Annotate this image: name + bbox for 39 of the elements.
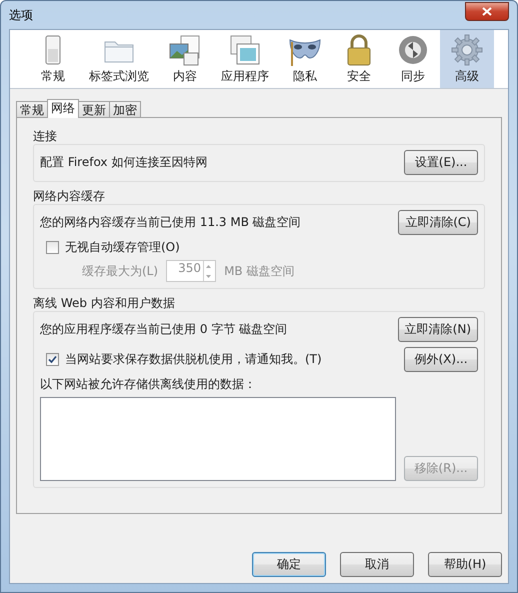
checkbox[interactable] [46,352,59,366]
list-label: 以下网站被允许存储供离线使用的数据： [40,376,257,393]
pane-tab[interactable]: 高级 [440,30,494,88]
checkbox-label: 无视自动缓存管理(O) [65,239,180,256]
clear-button[interactable]: 立即清除(N) [398,316,478,342]
pane-tab[interactable]: 安全 [332,30,386,88]
tab[interactable]: 常规 [16,101,48,118]
down-arrow-icon[interactable] [206,274,212,278]
unit-label: MB 磁盘空间 [224,262,294,280]
exceptions-button[interactable]: 例外(X)... [404,346,478,372]
description-text: 您的网络内容缓存当前已使用 11.3 MB 磁盘空间 [40,214,301,230]
group-title: 网络内容缓存 [33,188,106,204]
up-arrow-icon[interactable] [206,264,212,268]
close-button[interactable] [465,2,509,20]
close-icon [482,6,492,16]
field-label: 缓存最大为(L) [82,262,158,280]
group-title: 离线 Web 内容和用户数据 [33,295,176,311]
clear-button[interactable]: 立即清除(C) [398,210,478,234]
gear-icon [449,34,485,66]
pane-tab[interactable]: 标签式浏览 [80,30,158,88]
checkbox[interactable] [46,241,59,254]
dialog-button[interactable]: 确定 [252,552,326,577]
dialog-button[interactable]: 取消 [340,552,414,577]
pane-tab[interactable]: 应用程序 [212,30,278,88]
pane-tab[interactable]: 内容 [158,30,212,88]
window-title: 选项 [9,6,33,24]
pane-tab[interactable]: 常规 [26,30,80,88]
pane-tab[interactable]: 同步 [386,30,440,88]
tab[interactable]: 更新 [78,101,110,118]
dialog-button[interactable]: 帮助(H) [428,552,502,577]
site-list[interactable] [40,397,396,481]
description-text: 您的应用程序缓存当前已使用 0 字节 磁盘空间 [40,320,288,338]
tab[interactable]: 加密 [109,101,141,118]
settings-button[interactable]: 设置(E)... [404,150,478,174]
tab[interactable]: 网络 [47,99,79,118]
group-title: 连接 [33,128,58,144]
checkbox-label: 当网站要求保存数据供脱机使用，请通知我。(T) [65,350,322,368]
description-text: 配置 Firefox 如何连接至因特网 [40,154,208,170]
pane-tab[interactable]: 隐私 [278,30,332,88]
